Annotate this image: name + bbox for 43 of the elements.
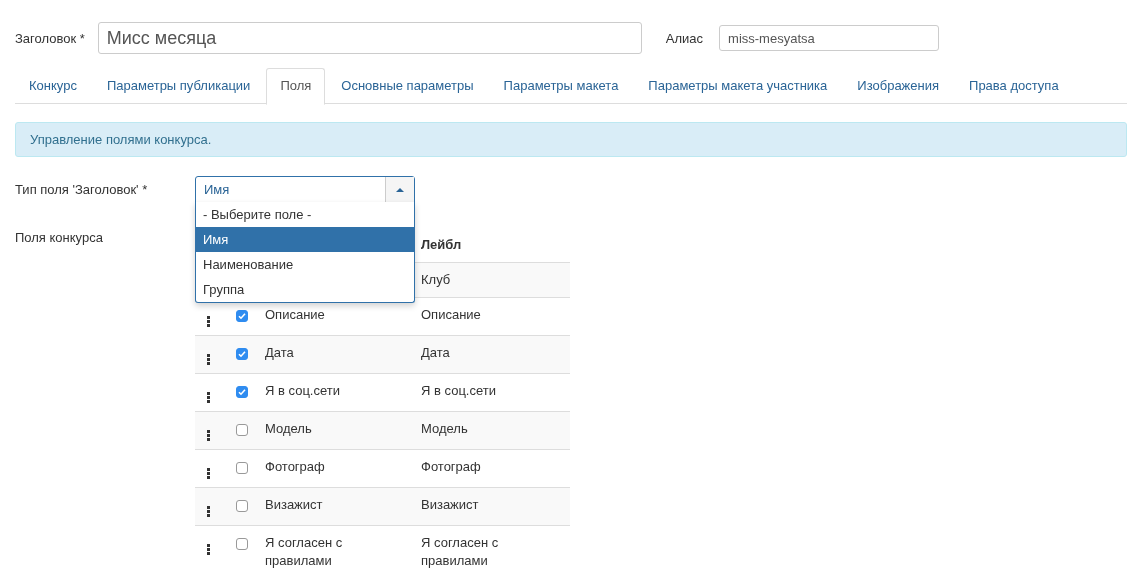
field-label: Заголовок *	[15, 30, 85, 46]
tab[interactable]: Параметры макета	[489, 68, 633, 103]
checkbox[interactable]	[236, 424, 248, 436]
dropdown-option[interactable]: Наименование	[196, 252, 414, 277]
table-cell: Я согласен с правилами	[257, 525, 413, 578]
dropdown-option[interactable]: Имя	[196, 227, 414, 252]
checkbox[interactable]	[236, 348, 248, 360]
checkbox[interactable]	[236, 500, 248, 512]
drag-handle-icon[interactable]	[207, 354, 210, 365]
table-cell: Визажист	[257, 487, 413, 526]
field-label: Алиас	[665, 30, 704, 46]
tab[interactable]: Параметры публикации	[92, 68, 265, 103]
drag-handle-icon[interactable]	[207, 544, 210, 555]
drag-handle-icon[interactable]	[207, 316, 210, 327]
table-cell: Дата	[413, 335, 570, 374]
drag-handle-icon[interactable]	[207, 392, 210, 403]
checkbox[interactable]	[236, 462, 248, 474]
table-cell: Дата	[257, 335, 413, 374]
checkbox[interactable]	[236, 386, 248, 398]
table-cell: Я согласен с правилами	[413, 525, 570, 578]
drag-handle-icon[interactable]	[207, 506, 210, 517]
column-header: Лейбл	[413, 228, 570, 263]
caret-icon	[396, 187, 404, 192]
table-cell: Визажист	[413, 487, 570, 526]
tab[interactable]: Права доступа	[955, 68, 1073, 103]
checkbox[interactable]	[236, 538, 248, 550]
dropdown-option[interactable]: - Выберите поле -	[196, 202, 414, 227]
tab[interactable]: Параметры макета участника	[634, 68, 842, 103]
alias-field[interactable]: miss-mesyatsa	[719, 25, 940, 51]
title-field[interactable]: Мисс месяца	[97, 22, 642, 54]
field-label: Поля конкурса	[15, 229, 104, 247]
tab[interactable]: Конкурс	[15, 68, 91, 103]
tab[interactable]: Поля	[266, 68, 326, 105]
table-cell: Модель	[413, 411, 570, 450]
drag-handle-icon[interactable]	[207, 468, 210, 479]
checkbox[interactable]	[236, 310, 248, 322]
table-cell: Модель	[257, 411, 413, 450]
tab[interactable]: Основные параметры	[327, 68, 488, 103]
field-label: Тип поля 'Заголовок' *	[15, 181, 149, 199]
drag-handle-icon[interactable]	[207, 430, 210, 441]
table-cell: Клуб	[413, 262, 570, 298]
info-alert: Управление полями конкурса.	[15, 122, 1127, 157]
tab[interactable]: Изображения	[843, 68, 954, 103]
